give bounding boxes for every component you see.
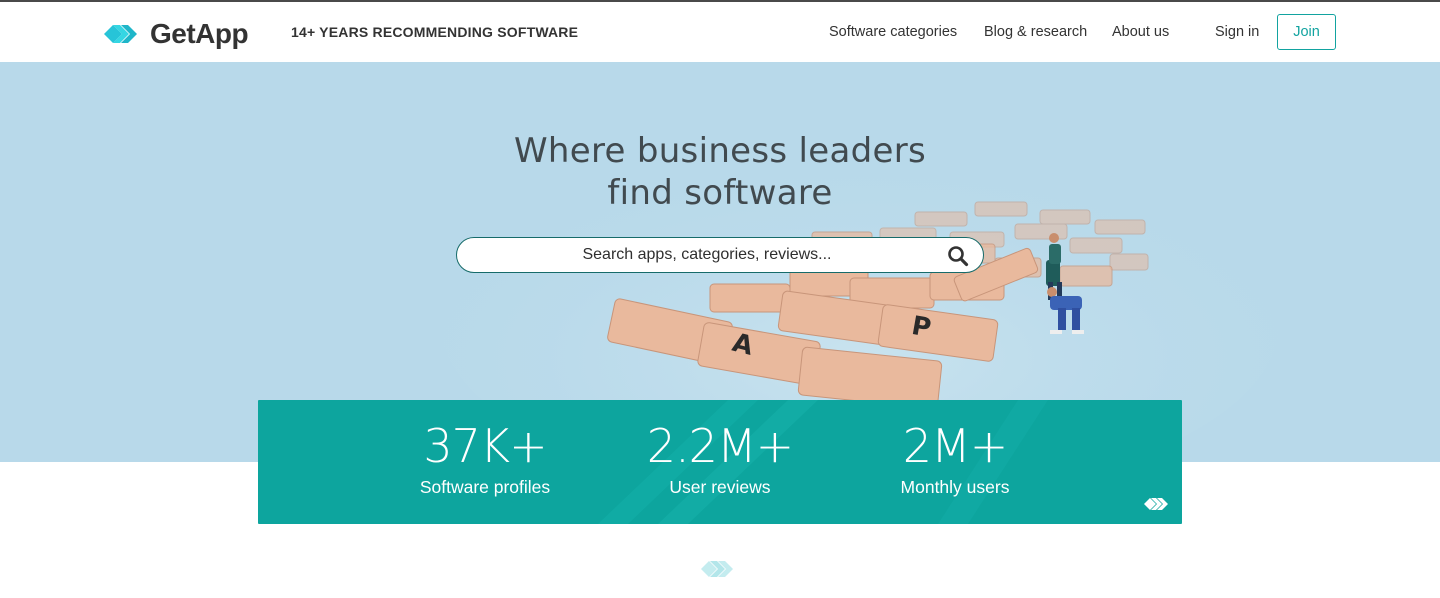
stat-monthly-users: 2M+ Monthly users [845,420,1065,499]
stat-label: User reviews [669,477,771,497]
stat-label: Software profiles [419,477,551,497]
search-bar [456,237,984,273]
search-icon[interactable] [947,245,969,267]
stat-value: 2.2M+ [646,419,794,473]
hero-title-line-1: Where business leaders [513,131,927,171]
stat-value: 37K+ [423,419,547,473]
stats-banner: 37K+ Software profiles 2.2M+ User review… [258,400,1182,524]
getapp-chevrons-icon [701,561,733,577]
stat-value: 2M+ [902,419,1009,473]
stat-user-reviews: 2.2M+ User reviews [610,420,830,499]
logo-text: GetApp [150,18,249,49]
nav-about-us[interactable]: About us [1112,24,1169,40]
getapp-logo-icon [104,25,137,43]
nav-software-categories[interactable]: Software categories [829,24,957,40]
search-input[interactable] [477,238,937,271]
sign-in-link[interactable]: Sign in [1215,24,1259,40]
hero-title-line-2: find software [607,173,833,213]
tagline: 14+ YEARS RECOMMENDING SOFTWARE [291,24,579,40]
stat-label: Monthly users [900,477,1010,497]
nav-blog-research[interactable]: Blog & research [984,24,1087,40]
hero-title: Where business leaders find software [420,130,1020,214]
site-header: GetApp 14+ YEARS RECOMMENDING SOFTWARE S… [0,2,1440,62]
stat-software-profiles: 37K+ Software profiles [375,420,595,499]
join-button[interactable]: Join [1277,14,1336,50]
getapp-chevrons-icon [1144,498,1168,510]
logo[interactable]: GetApp [104,17,249,51]
